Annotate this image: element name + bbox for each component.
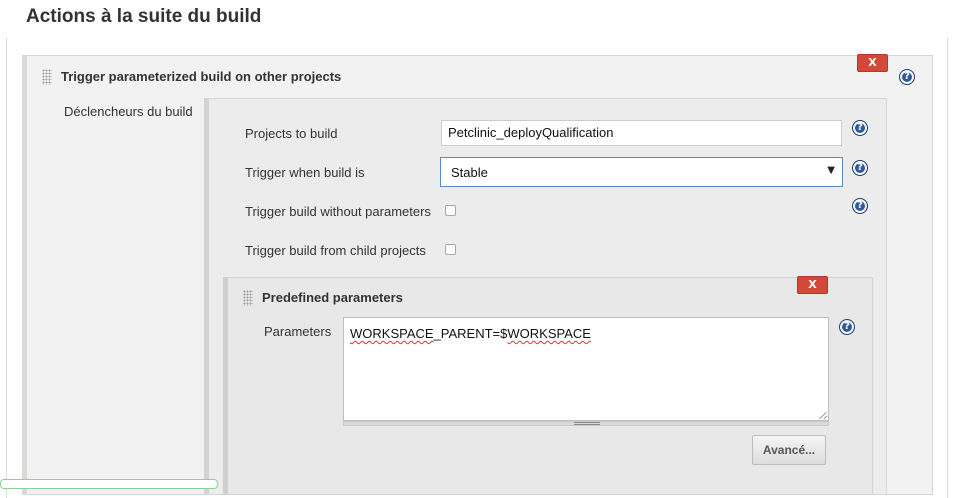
help-icon[interactable] [899, 69, 915, 85]
chevron-down-icon: ▼ [827, 165, 835, 176]
drag-handle-icon[interactable] [243, 290, 253, 306]
parameters-label: Parameters [264, 324, 332, 339]
parameters-textarea[interactable]: WORKSPACE_PARENT=$WORKSPACE [343, 317, 829, 421]
projects-to-build-input[interactable]: Petclinic_deployQualification [441, 120, 842, 146]
bottom-notification-tab [0, 479, 218, 489]
predefined-parameters-heading: Predefined parameters [262, 290, 403, 305]
close-icon: X [868, 56, 877, 69]
projects-to-build-label: Projects to build [245, 126, 338, 141]
parameters-text-middle: _PARENT=$ [433, 326, 508, 341]
parameters-text-workspace: WORKSPACE [350, 326, 434, 341]
delete-predefined-parameters-button[interactable]: X [797, 276, 828, 294]
help-icon[interactable] [852, 160, 868, 176]
parameters-text-workspace-var: WORKSPACE [507, 326, 591, 341]
trigger-from-child-label: Trigger build from child projects [245, 243, 426, 258]
trigger-without-params-checkbox[interactable] [445, 205, 456, 216]
textarea-resize-handle[interactable] [819, 411, 827, 419]
trigger-without-params-label: Trigger build without parameters [245, 204, 431, 219]
delete-trigger-button[interactable]: X [857, 54, 888, 72]
projects-to-build-value: Petclinic_deployQualification [448, 125, 614, 140]
trigger-from-child-checkbox[interactable] [445, 244, 456, 255]
build-triggers-label: Déclencheurs du build [64, 104, 193, 119]
trigger-when-label: Trigger when build is [245, 165, 365, 180]
trigger-when-select[interactable]: Stable ▼ [440, 157, 843, 187]
grip-icon [574, 422, 600, 425]
help-icon[interactable] [852, 198, 868, 214]
help-icon[interactable] [852, 120, 868, 136]
help-icon[interactable] [839, 319, 855, 335]
advanced-button[interactable]: Avancé... [752, 435, 826, 465]
textarea-resize-bar[interactable] [343, 421, 829, 426]
close-icon: X [808, 278, 817, 291]
trigger-section-heading: Trigger parameterized build on other pro… [61, 69, 342, 84]
trigger-when-selected-value: Stable [451, 165, 488, 180]
drag-handle-icon[interactable] [42, 69, 52, 85]
page-section-title: Actions à la suite du build [26, 6, 262, 27]
